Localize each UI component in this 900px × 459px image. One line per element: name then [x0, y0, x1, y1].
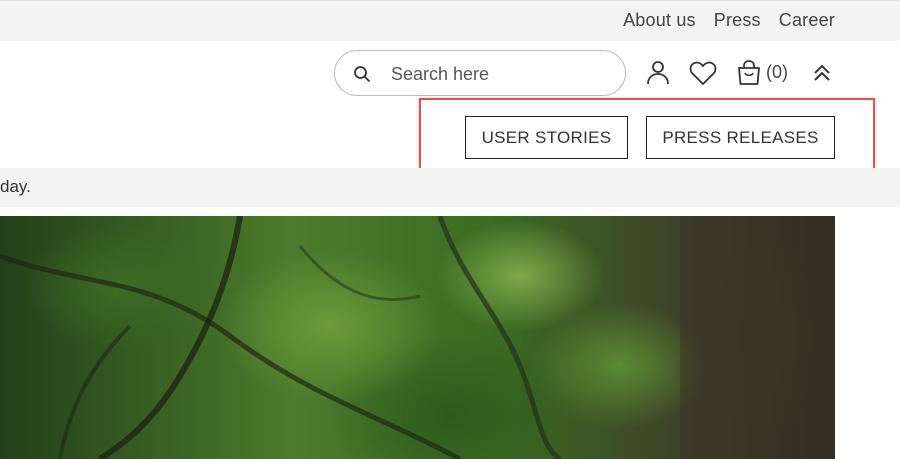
search-input[interactable] [389, 61, 613, 87]
press-link[interactable]: Press [714, 10, 761, 31]
press-releases-button[interactable]: PRESS RELEASES [646, 116, 835, 159]
search-icon [354, 66, 370, 82]
forest-photo [0, 216, 835, 459]
user-icon [647, 61, 669, 85]
notice-text: day. [0, 177, 31, 196]
pine-branches-image [0, 216, 835, 459]
cart-count: (0) [766, 62, 788, 82]
collapse-button[interactable] [811, 62, 833, 84]
user-stories-button[interactable]: USER STORIES [465, 116, 628, 159]
search-box[interactable] [334, 50, 626, 96]
top-utility-bar: About us Press Career [0, 0, 900, 41]
wishlist-button[interactable] [689, 60, 717, 86]
cart-button[interactable] [735, 59, 763, 87]
account-button[interactable] [645, 60, 671, 86]
notice-bar: day. [0, 168, 900, 207]
about-us-link[interactable]: About us [623, 10, 696, 31]
double-chevron-up-icon [814, 64, 830, 81]
career-link[interactable]: Career [779, 10, 835, 31]
heart-icon [689, 61, 717, 85]
top-links: About us Press Career [623, 10, 835, 31]
cart-icon [738, 60, 760, 85]
